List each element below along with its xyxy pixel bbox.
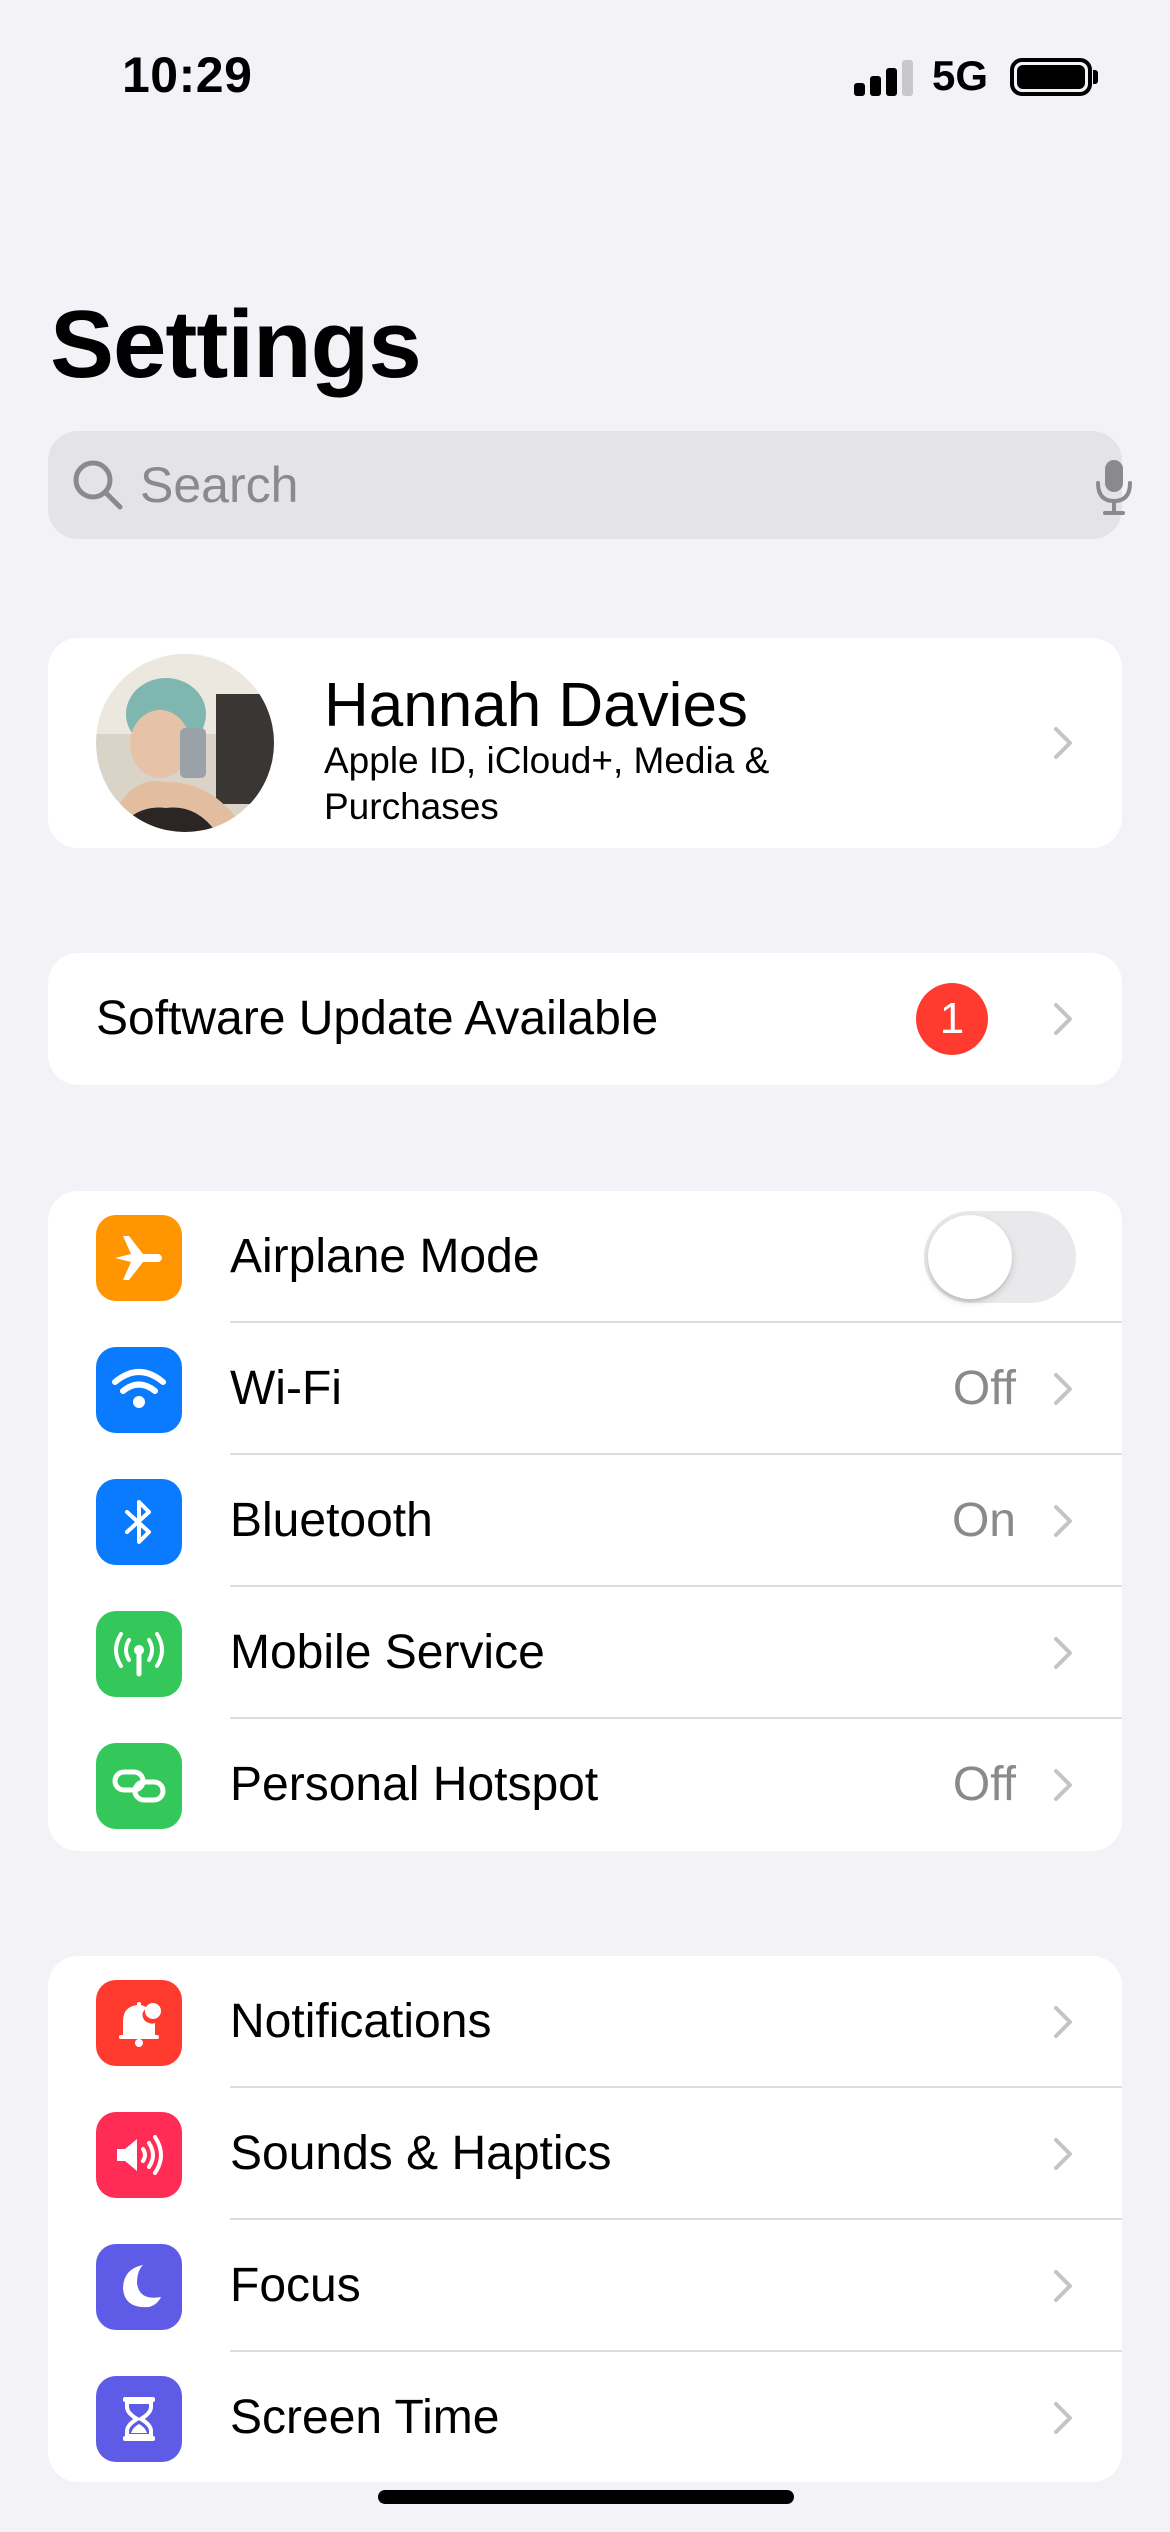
- chevron-right-icon: [1054, 2138, 1072, 2170]
- row-value: On: [951, 1494, 1016, 1547]
- chevron-right-icon: [1054, 1769, 1072, 1801]
- airplane-mode-toggle[interactable]: [924, 1211, 1076, 1303]
- apple-id-card[interactable]: Hannah Davies Apple ID, iCloud+, Media &…: [48, 638, 1122, 848]
- row-label: Sounds & Haptics: [230, 2127, 612, 2180]
- settings-row-personal-hotspot[interactable]: Personal Hotspot Off: [48, 1719, 1122, 1851]
- chevron-right-icon: [1054, 2270, 1072, 2302]
- settings-row-wifi[interactable]: Wi-Fi Off: [48, 1323, 1122, 1455]
- speaker-icon: [96, 2112, 182, 2198]
- software-update-label: Software Update Available: [96, 992, 659, 1045]
- airplane-icon: [96, 1215, 182, 1301]
- wifi-icon: [96, 1347, 182, 1433]
- settings-row-mobile-service[interactable]: Mobile Service: [48, 1587, 1122, 1719]
- home-indicator[interactable]: [378, 2490, 794, 2504]
- chevron-right-icon: [1054, 727, 1072, 759]
- settings-row-airplane-mode[interactable]: Airplane Mode: [48, 1191, 1122, 1323]
- moon-icon: [96, 2244, 182, 2330]
- row-value: Off: [952, 1362, 1016, 1415]
- search-input[interactable]: [140, 453, 1060, 517]
- profile-subtitle: Apple ID, iCloud+, Media & Purchases: [324, 740, 770, 827]
- settings-screen: 10:29 5G Settings Search Hannah Davies A…: [0, 0, 1170, 2532]
- hourglass-icon: [96, 2376, 182, 2462]
- bluetooth-icon: [96, 1479, 182, 1565]
- row-label: Bluetooth: [230, 1494, 433, 1547]
- update-count-badge: 1: [916, 983, 988, 1055]
- chevron-right-icon: [1054, 1637, 1072, 1669]
- settings-row-focus[interactable]: Focus: [48, 2220, 1122, 2352]
- microphone-icon[interactable]: [1092, 457, 1136, 517]
- battery-cap: [1093, 70, 1098, 84]
- row-label: Notifications: [230, 1995, 492, 2048]
- search-icon: [73, 460, 123, 510]
- bell-icon: [96, 1980, 182, 2066]
- chevron-right-icon: [1054, 1505, 1072, 1537]
- settings-row-notifications[interactable]: Notifications: [48, 1956, 1122, 2088]
- chevron-right-icon: [1054, 2006, 1072, 2038]
- battery-icon: [1010, 58, 1092, 96]
- software-update-row[interactable]: Software Update Available 1: [48, 953, 1122, 1085]
- hotspot-icon: [96, 1743, 182, 1829]
- row-label: Mobile Service: [230, 1626, 545, 1679]
- chevron-right-icon: [1054, 2402, 1072, 2434]
- profile-name: Hannah Davies: [324, 671, 748, 740]
- row-value: Off: [952, 1758, 1016, 1811]
- chevron-right-icon: [1054, 1373, 1072, 1405]
- row-label: Focus: [230, 2259, 361, 2312]
- row-label: Wi-Fi: [230, 1362, 342, 1415]
- network-type: 5G: [932, 52, 989, 99]
- page-title: Settings: [50, 291, 422, 398]
- status-bar: 10:29 5G: [0, 0, 1170, 150]
- settings-row-bluetooth[interactable]: Bluetooth On: [48, 1455, 1122, 1587]
- row-label: Personal Hotspot: [230, 1758, 599, 1811]
- row-label: Screen Time: [230, 2391, 500, 2444]
- connectivity-group: Airplane Mode Wi-Fi Off Bluetooth On Mob…: [48, 1191, 1122, 1851]
- row-label: Airplane Mode: [230, 1230, 540, 1283]
- search-bar[interactable]: [48, 431, 1132, 539]
- cellular-signal-icon: [854, 58, 914, 96]
- status-time: 10:29: [122, 47, 253, 103]
- antenna-icon: [96, 1611, 182, 1697]
- general-group: Notifications Sounds & Haptics Focus Scr…: [48, 1956, 1122, 2482]
- avatar: [96, 654, 274, 832]
- settings-row-sounds-haptics[interactable]: Sounds & Haptics: [48, 2088, 1122, 2220]
- chevron-right-icon: [1054, 1003, 1072, 1035]
- settings-row-screen-time[interactable]: Screen Time: [48, 2352, 1122, 2482]
